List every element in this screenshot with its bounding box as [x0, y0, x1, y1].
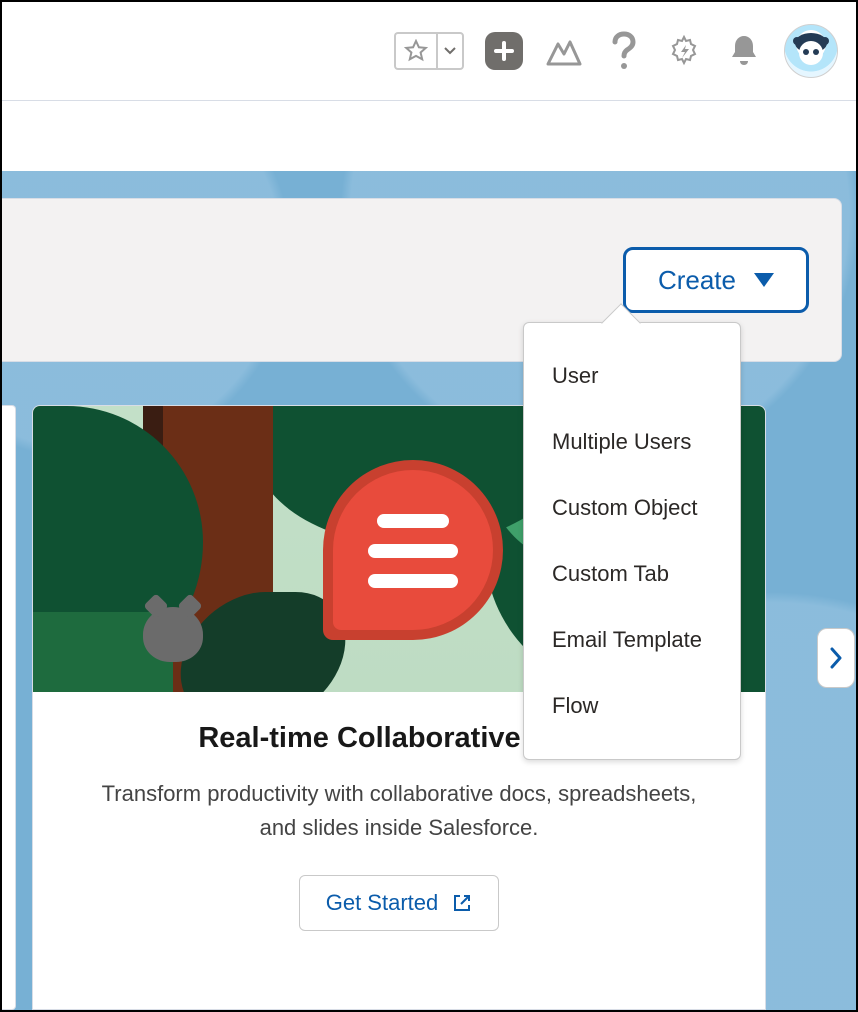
user-avatar-button[interactable]: [784, 24, 838, 78]
create-button[interactable]: Create: [623, 247, 809, 313]
menu-item-custom-object[interactable]: Custom Object: [524, 475, 740, 541]
astro-avatar-icon: [789, 29, 833, 73]
help-button[interactable]: [604, 31, 644, 71]
get-started-button[interactable]: Get Started: [299, 875, 500, 931]
get-started-label: Get Started: [326, 890, 439, 916]
chevron-right-icon: [829, 647, 843, 669]
caret-down-icon: [754, 273, 774, 287]
menu-item-user[interactable]: User: [524, 343, 740, 409]
carousel-prev-card-edge: [2, 405, 16, 1010]
global-header: [2, 2, 856, 101]
trailhead-button[interactable]: [544, 31, 584, 71]
create-dropdown-menu: User Multiple Users Custom Object Custom…: [523, 322, 741, 760]
menu-item-multiple-users[interactable]: Multiple Users: [524, 409, 740, 475]
carousel-next-button[interactable]: [817, 628, 855, 688]
external-link-icon: [452, 893, 472, 913]
menu-item-custom-tab[interactable]: Custom Tab: [524, 541, 740, 607]
star-icon: [404, 39, 428, 63]
favorite-dropdown-button[interactable]: [436, 32, 464, 70]
gear-bolt-icon: [666, 33, 702, 69]
global-actions-button[interactable]: [484, 31, 524, 71]
notifications-button[interactable]: [724, 31, 764, 71]
setup-button[interactable]: [664, 31, 704, 71]
menu-item-flow[interactable]: Flow: [524, 673, 740, 739]
menu-item-email-template[interactable]: Email Template: [524, 607, 740, 673]
favorite-star-button[interactable]: [394, 32, 436, 70]
quip-logo-icon: [333, 470, 493, 630]
card-description: Transform productivity with collaborativ…: [83, 777, 715, 845]
caret-down-icon: [444, 47, 456, 55]
favorites-split-button[interactable]: [394, 32, 464, 70]
create-button-label: Create: [658, 265, 736, 296]
question-icon: [609, 30, 639, 72]
trailhead-icon: [546, 36, 582, 66]
bell-icon: [729, 34, 759, 68]
plus-icon: [493, 40, 515, 62]
